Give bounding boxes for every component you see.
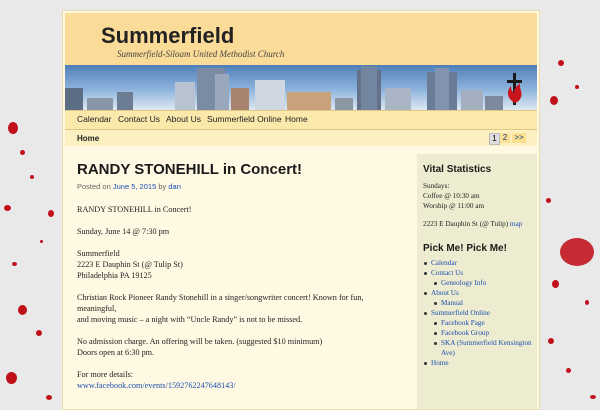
post-body: RANDY STONEHILL in Concert! Sunday, June…	[77, 204, 395, 391]
post-paragraph: Summerfield 2223 E Dauphin St (@ Tulip S…	[77, 248, 395, 281]
post-paragraph: No admission charge. An offering will be…	[77, 336, 395, 358]
post-title[interactable]: RANDY STONEHILL in Concert!	[77, 161, 395, 178]
address-text: 2223 E Dauphin St (@ Tulip) map	[423, 219, 537, 229]
post-line: Doors open at 6:30 pm.	[77, 348, 155, 357]
sidebar-link-geneology-info[interactable]: Geneology Info	[433, 278, 537, 288]
methodist-cross-flame-icon	[507, 73, 522, 105]
post-line: No admission charge. An offering will be…	[77, 337, 323, 346]
vital-line: Sundays:	[423, 182, 450, 190]
post-paragraph: Sunday, June 14 @ 7:30 pm	[77, 226, 395, 237]
post-line: and moving music – a night with “Uncle R…	[77, 315, 303, 324]
post-line: RANDY STONEHILL in Concert!	[77, 205, 192, 214]
page-container: Summerfield Summerfield-Siloam United Me…	[62, 10, 540, 410]
post-line: Philadelphia PA 19125	[77, 271, 152, 280]
site-tagline: Summerfield-Siloam United Methodist Chur…	[117, 49, 285, 59]
vital-line: Coffee @ 10:30 am	[423, 192, 480, 200]
sidebar-link-facebook-page[interactable]: Facebook Page	[433, 318, 537, 328]
post-meta-prefix: Posted on	[77, 182, 111, 191]
sidebar-link-home[interactable]: Home	[423, 358, 537, 368]
post-paragraph: RANDY STONEHILL in Concert!	[77, 204, 395, 215]
breadcrumb: Home 1 2 >>	[65, 130, 537, 146]
nav-item-calendar[interactable]: Calendar	[77, 114, 112, 124]
post-date-link[interactable]: June 5, 2015	[113, 182, 156, 191]
site-title[interactable]: Summerfield	[101, 23, 234, 49]
post-paragraph: For more details: www.facebook.com/event…	[77, 369, 395, 391]
sidebar-link-facebook-group[interactable]: Facebook Group	[433, 328, 537, 338]
pagination-next[interactable]: >>	[512, 133, 526, 143]
sidebar-link-summerfield-online[interactable]: Summerfield Online	[423, 308, 537, 318]
pagination-current: 1	[489, 133, 500, 145]
post-line: Christian Rock Pioneer Randy Stonehill i…	[77, 293, 364, 313]
post-line: Summerfield	[77, 249, 120, 258]
facebook-event-link[interactable]: www.facebook.com/events/1592762247648143…	[77, 381, 236, 390]
nav-item-summerfield-online[interactable]: Summerfield Online	[207, 114, 282, 124]
pick-me-list: Calendar Contact Us Geneology Info About…	[423, 258, 537, 368]
vital-statistics-title: Vital Statistics	[423, 164, 492, 175]
sidebar: Vital Statistics Sundays: Coffee @ 10:30…	[417, 154, 537, 409]
main-content: RANDY STONEHILL in Concert! Posted on Ju…	[77, 161, 395, 402]
site-header: Summerfield Summerfield-Siloam United Me…	[65, 13, 537, 65]
skyline-banner-image	[65, 65, 537, 110]
main-navigation: Calendar Contact Us About Us Summerfield…	[65, 110, 537, 130]
post-line: For more details:	[77, 370, 133, 379]
post-author-link[interactable]: dan	[168, 182, 181, 191]
address-line: 2223 E Dauphin St (@ Tulip)	[423, 220, 509, 228]
sidebar-link-ska[interactable]: SKA (Summerfield Kensington Ave)	[433, 338, 537, 358]
post-line: 2223 E Dauphin St (@ Tulip St)	[77, 260, 183, 269]
post-meta: Posted on June 5, 2015 by dan	[77, 182, 395, 191]
pick-me-title: Pick Me! Pick Me!	[423, 243, 507, 254]
sidebar-link-calendar[interactable]: Calendar	[423, 258, 537, 268]
pagination-page-2[interactable]: 2	[500, 133, 510, 143]
vital-line: Worship @ 11:00 am	[423, 202, 485, 210]
post-line: Sunday, June 14 @ 7:30 pm	[77, 227, 170, 236]
vital-statistics-text: Sundays: Coffee @ 10:30 am Worship @ 11:…	[423, 181, 537, 211]
post-meta-by: by	[158, 182, 167, 191]
post-paragraph: Christian Rock Pioneer Randy Stonehill i…	[77, 292, 395, 325]
map-link[interactable]: map	[510, 220, 522, 228]
sidebar-link-contact-us[interactable]: Contact Us	[423, 268, 537, 278]
sidebar-link-manual[interactable]: Manual	[433, 298, 537, 308]
breadcrumb-home[interactable]: Home	[77, 134, 99, 143]
nav-item-about-us[interactable]: About Us	[166, 114, 201, 124]
sidebar-link-about-us[interactable]: About Us	[423, 288, 537, 298]
nav-item-home[interactable]: Home	[285, 114, 308, 124]
nav-item-contact-us[interactable]: Contact Us	[118, 114, 160, 124]
